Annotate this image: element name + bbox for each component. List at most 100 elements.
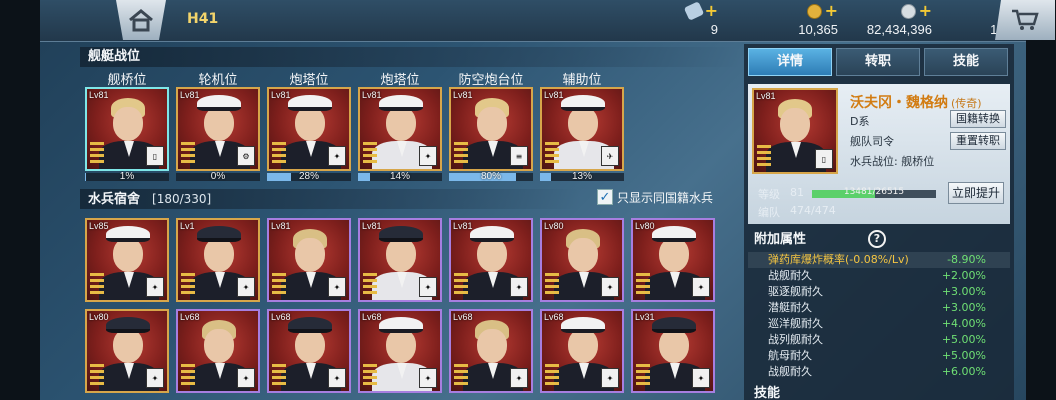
sailor-card-support[interactable]: Lv81 ✈ — [540, 87, 624, 171]
name-text: 沃夫冈・魏格纳 — [850, 95, 948, 111]
tab-details[interactable]: 详情 — [748, 48, 832, 76]
level-text: Lv68 — [271, 312, 291, 322]
shop-button[interactable] — [995, 0, 1055, 40]
sailor-cap — [106, 317, 150, 333]
attribute-row: 战舰耐久 +6.00% — [748, 364, 1010, 380]
level-text: Lv81 — [89, 90, 109, 100]
sailor-face — [295, 329, 325, 363]
sailor-card-turret[interactable]: Lv81 ✦ — [267, 87, 351, 171]
anti-air-icon: ≡ — [510, 146, 528, 166]
right-border — [1026, 0, 1056, 400]
sailor-card[interactable]: Lv80 ✦ — [631, 218, 715, 302]
role-icon: ✦ — [146, 368, 164, 388]
role-icon: ✦ — [601, 368, 619, 388]
level-text: Lv68 — [453, 312, 473, 322]
station-label: 水兵战位: — [850, 155, 898, 168]
nationality-convert-button[interactable]: 国籍转换 — [950, 110, 1006, 128]
bridge-icon: ▯ — [146, 146, 164, 166]
role-icon: ✦ — [237, 277, 255, 297]
sailor-card-turret[interactable]: Lv81 ✦ — [358, 87, 442, 171]
level-text: Lv81 — [362, 90, 382, 100]
rank-icon — [272, 142, 286, 166]
sailor-face — [477, 107, 507, 141]
fuel-can-icon — [683, 1, 704, 21]
sailor-cap — [197, 226, 241, 242]
sailor-card[interactable]: Lv81 ✦ — [358, 218, 442, 302]
xp-bar: 13481/26515 — [812, 187, 936, 198]
progress-bar: 13% — [540, 171, 624, 182]
attribute-name: 潜艇耐久 — [768, 301, 812, 314]
sailor-face — [295, 107, 325, 141]
progress-text: 28% — [298, 171, 319, 182]
attribute-value: +3.00% — [941, 285, 986, 298]
sailor-face — [568, 329, 598, 363]
sailor-card[interactable]: Lv85 ✦ — [85, 218, 169, 302]
fuel-resource[interactable]: + 9 — [666, 0, 718, 40]
attribute-value: +5.00% — [941, 333, 986, 346]
position-label: 舰桥位 — [107, 73, 147, 88]
progress-text: 14% — [389, 171, 410, 182]
level-label: 等级 — [758, 188, 780, 201]
sailor-face — [386, 329, 416, 363]
sailor-cap — [561, 317, 605, 333]
rank-icon — [545, 273, 559, 297]
fuel-value: 9 — [710, 22, 718, 37]
attribute-name: 战舰耐久 — [768, 365, 812, 378]
progress-bar: 80% — [449, 171, 533, 182]
progress-text: 1% — [119, 171, 135, 182]
sailor-cap — [106, 226, 150, 242]
help-icon[interactable]: ? — [868, 230, 886, 248]
home-button[interactable] — [116, 0, 166, 40]
rank-icon — [181, 364, 195, 388]
selected-sailor-card[interactable]: Lv81 ▯ — [752, 88, 838, 174]
attribute-row: 潜艇耐久 +3.00% — [748, 300, 1010, 316]
upgrade-button[interactable]: 立即提升 — [948, 182, 1004, 204]
sailor-card[interactable]: Lv81 ✦ — [267, 218, 351, 302]
fuel-plus-icon[interactable]: + — [705, 3, 718, 19]
attribute-value: +6.00% — [941, 365, 986, 378]
rank-icon — [181, 273, 195, 297]
sailor-cap — [288, 95, 332, 111]
sailor-card-anti-air[interactable]: Lv81 ≡ — [449, 87, 533, 171]
sailor-card[interactable]: Lv68 ✦ — [176, 309, 260, 393]
sailor-card[interactable]: Lv68 ✦ — [540, 309, 624, 393]
sailor-cap — [197, 95, 241, 111]
turret-icon: ✦ — [328, 146, 346, 166]
sailor-card[interactable]: Lv80 ✦ — [85, 309, 169, 393]
sailor-face — [113, 107, 143, 141]
sailor-face — [386, 238, 416, 272]
sailor-card[interactable]: Lv31 ✦ — [631, 309, 715, 393]
rank-icon — [636, 364, 650, 388]
attribute-row: 战列舰耐久 +5.00% — [748, 332, 1010, 348]
sailor-cap — [379, 317, 423, 333]
cart-icon — [1012, 9, 1039, 30]
rank-icon — [90, 142, 104, 166]
sailor-card-engine[interactable]: Lv81 ⚙ — [176, 87, 260, 171]
rank-icon — [363, 364, 377, 388]
skills-header: 技能 — [748, 384, 1010, 400]
role-icon: ✦ — [419, 368, 437, 388]
sailor-card[interactable]: Lv1 ✦ — [176, 218, 260, 302]
sailor-card[interactable]: Lv68 ✦ — [267, 309, 351, 393]
filter-label: 只显示同国籍水兵 — [617, 190, 714, 205]
character-station: 水兵战位: 舰桥位 — [850, 153, 934, 169]
nationality-filter[interactable]: ✓ 只显示同国籍水兵 — [597, 187, 739, 207]
sailor-card[interactable]: Lv80 ✦ — [540, 218, 624, 302]
sailor-card[interactable]: Lv81 ✦ — [449, 218, 533, 302]
sailor-face — [568, 238, 598, 272]
level-text: Lv81 — [453, 221, 473, 231]
level-text: Lv81 — [362, 221, 382, 231]
reset-transfer-button[interactable]: 重置转职 — [950, 132, 1006, 150]
progress-text: 13% — [571, 171, 592, 182]
skills-title: 技能 — [754, 386, 781, 400]
filter-checkbox[interactable]: ✓ — [597, 189, 613, 205]
barracks-header: 水兵宿舍 [180/330] — [80, 189, 580, 209]
sailor-card[interactable]: Lv68 ✦ — [358, 309, 442, 393]
attribute-row: 航母耐久 +5.00% — [748, 348, 1010, 364]
sailor-face — [113, 329, 143, 363]
tab-transfer[interactable]: 转职 — [836, 48, 920, 76]
sailor-face — [204, 107, 234, 141]
sailor-card-bridge[interactable]: Lv81 ▯ — [85, 87, 169, 171]
tab-skills[interactable]: 技能 — [924, 48, 1008, 76]
sailor-card[interactable]: Lv68 ✦ — [449, 309, 533, 393]
